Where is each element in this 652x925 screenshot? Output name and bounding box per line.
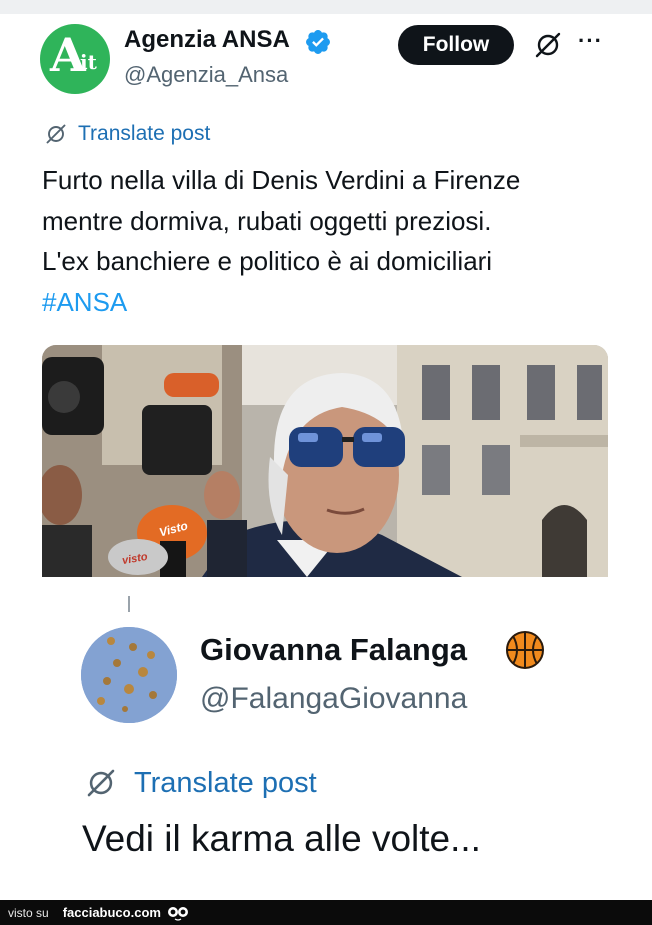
post-photo[interactable]: Visto visto <box>42 345 608 577</box>
reply-avatar[interactable] <box>81 627 177 723</box>
top-strip <box>0 0 652 14</box>
translate-icon <box>46 124 66 144</box>
thread-line <box>128 596 130 612</box>
reply-author-name[interactable]: Giovanna Falanga <box>200 632 467 668</box>
more-options-icon[interactable]: ··· <box>578 28 603 54</box>
watermark-visto-label: visto su <box>8 905 49 920</box>
post-text: Furto nella villa di Denis Verdini a Fir… <box>42 160 632 322</box>
watermark-site-label[interactable]: facciabuco.com <box>63 905 161 920</box>
reply-avatar-image <box>81 627 177 723</box>
translate-icon <box>87 769 115 797</box>
post-text-line: Furto nella villa di Denis Verdini a Fir… <box>42 165 521 195</box>
avatar-logo-suffix: it <box>80 50 97 74</box>
translate-post-link[interactable]: Translate post <box>44 122 210 146</box>
translate-post-label: Translate post <box>134 766 317 799</box>
post-text-line: mentre dormiva, rubati oggetti preziosi. <box>42 205 492 236</box>
photo-illustration <box>42 345 608 577</box>
basketball-icon <box>506 631 544 669</box>
author-name[interactable]: Agenzia ANSA <box>124 26 290 54</box>
reply-text: Vedi il karma alle volte... <box>82 818 481 859</box>
translate-post-label: Translate post <box>78 122 211 145</box>
reply-translate-post-link[interactable]: Translate post <box>84 766 317 800</box>
verified-badge-icon <box>306 30 330 54</box>
ansa-avatar[interactable]: A it <box>40 24 110 94</box>
grok-icon[interactable] <box>533 30 563 60</box>
author-handle[interactable]: @Agenzia_Ansa <box>124 62 288 88</box>
follow-button[interactable]: Follow <box>398 25 514 65</box>
reply-author-handle[interactable]: @FalangaGiovanna <box>200 682 467 716</box>
post-text-line: L'ex banchiere e politico è ai domicilia… <box>42 246 493 276</box>
hashtag-link[interactable]: #ANSA <box>42 282 632 323</box>
watermark-footer: visto su facciabuco.com <box>0 900 652 925</box>
eyes-logo-icon <box>167 906 188 921</box>
